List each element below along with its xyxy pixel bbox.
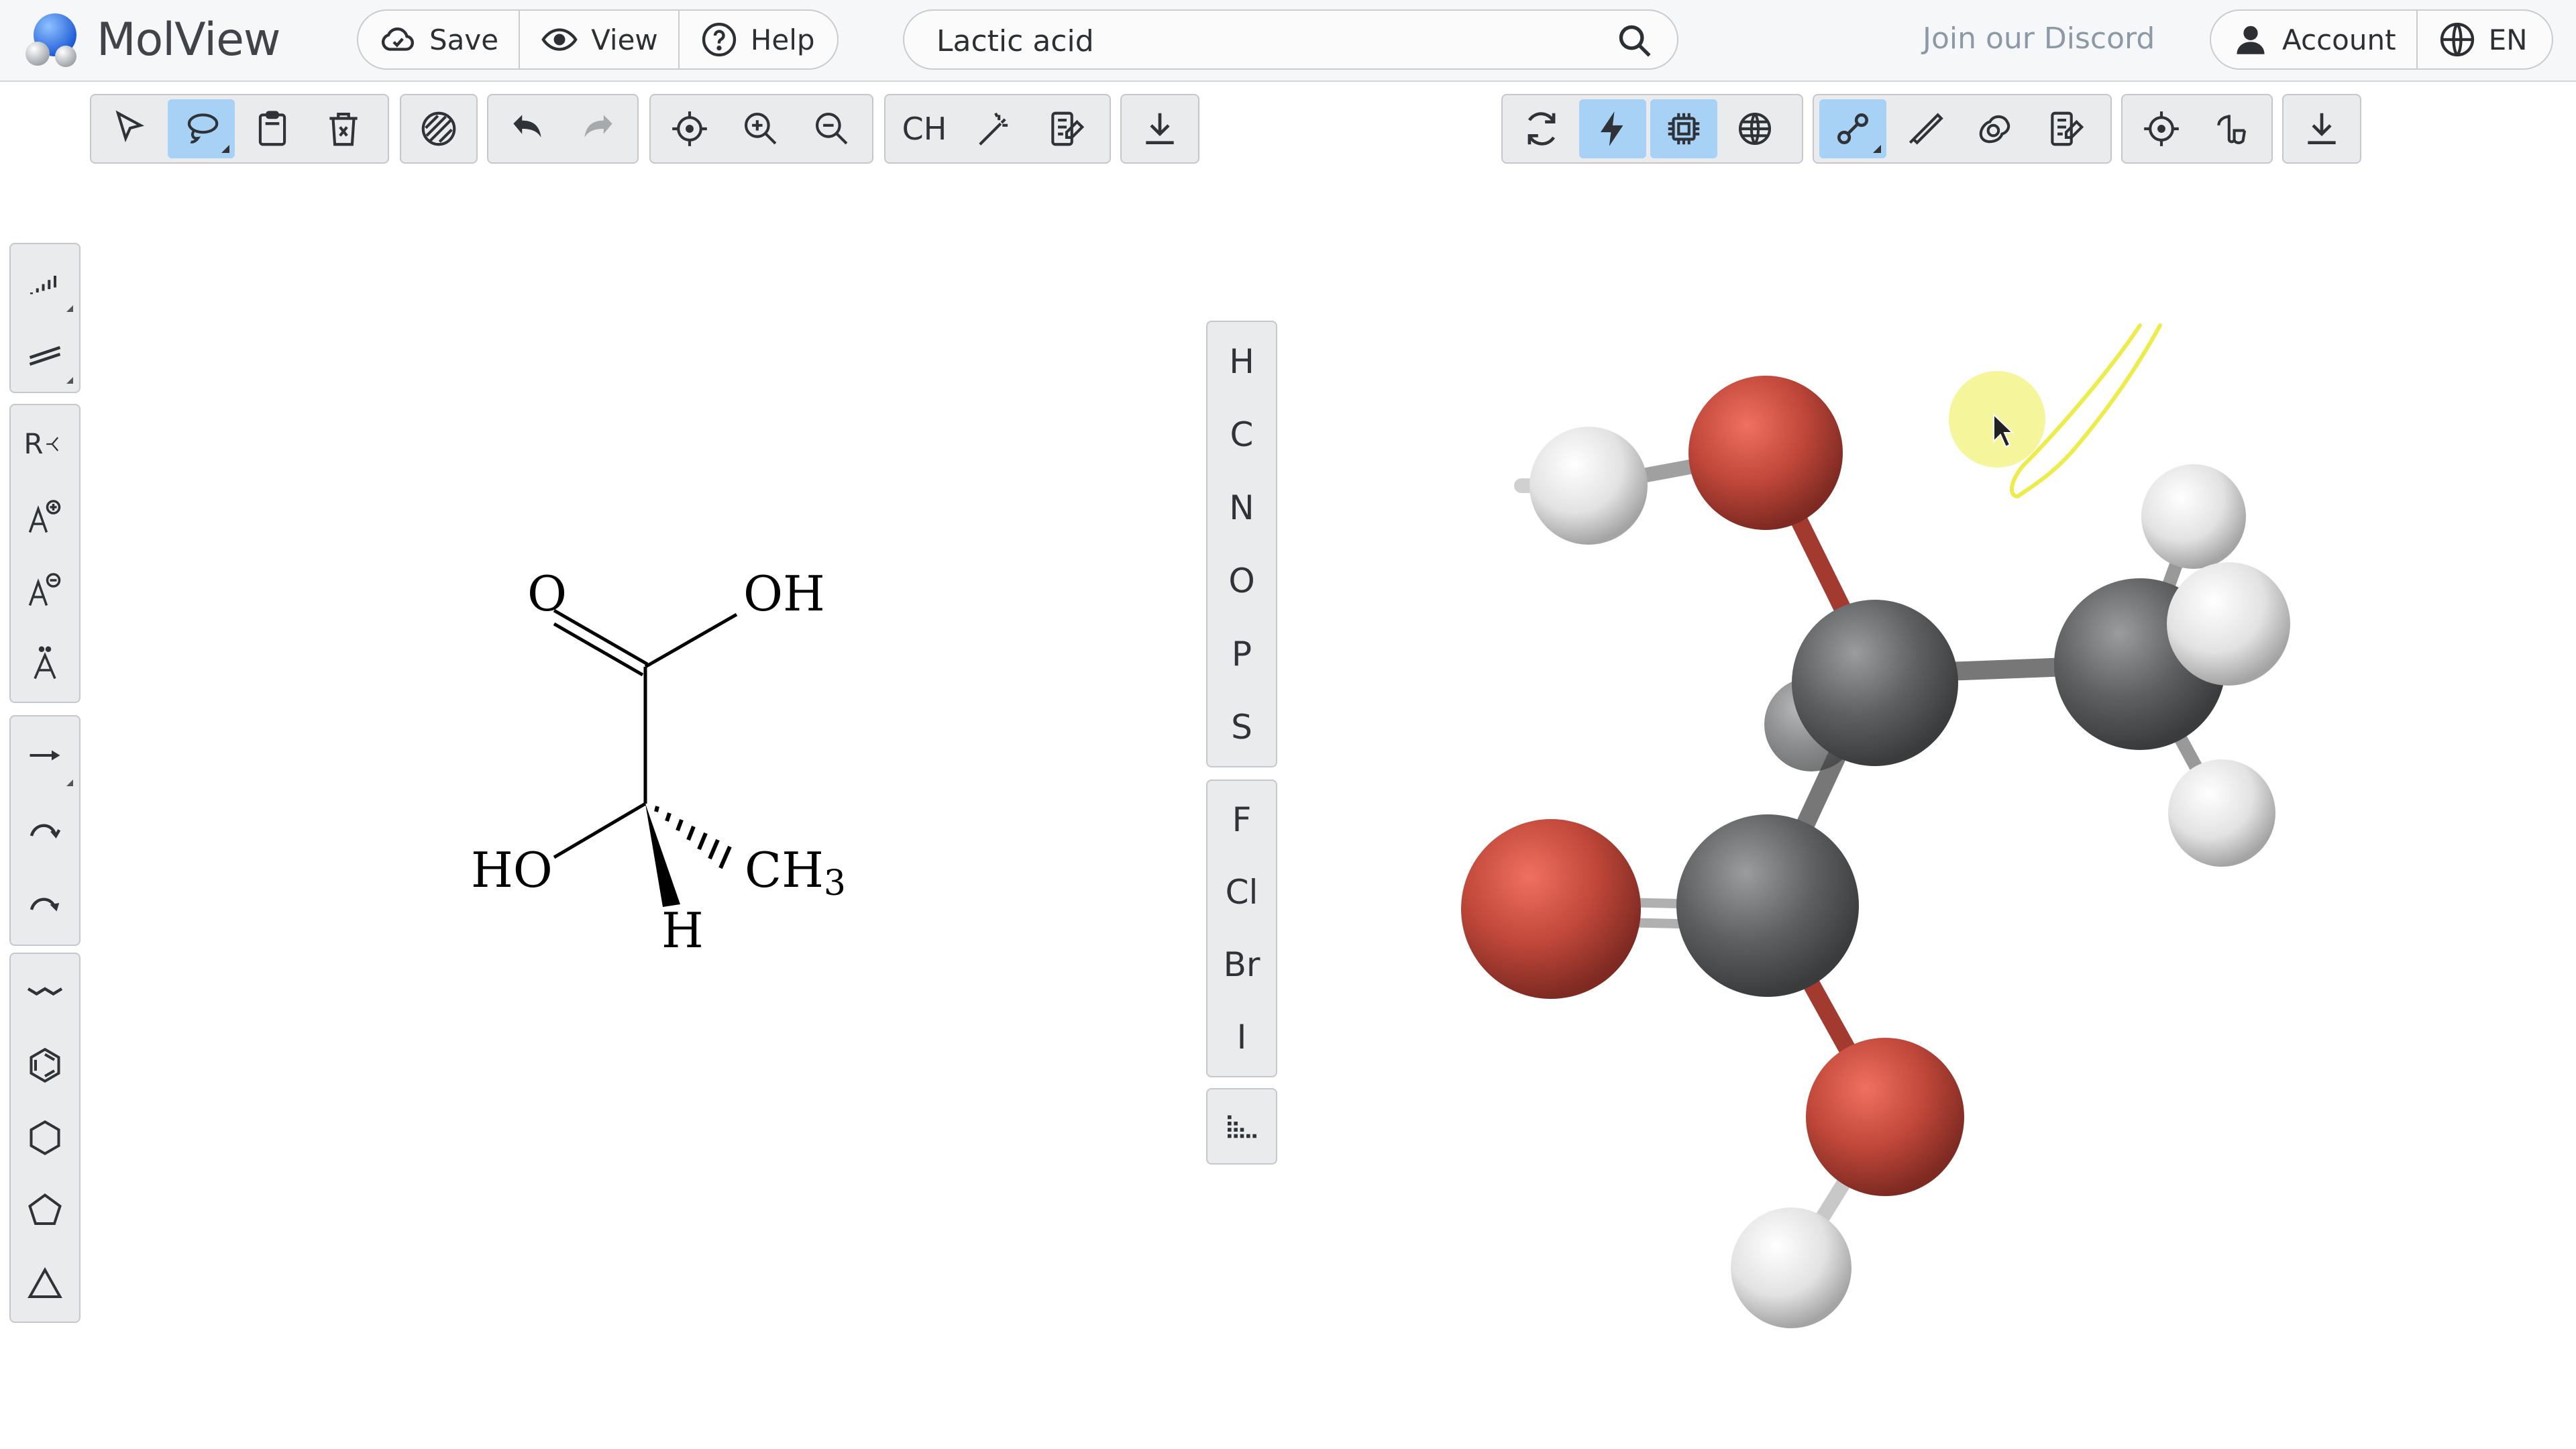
atom-c2 [1792, 600, 1958, 766]
atom-h4 [1731, 1208, 1851, 1328]
atom-h3a [2141, 464, 2246, 569]
double-bond-line-1 [553, 608, 649, 666]
hashed-bond-ch3 [654, 806, 732, 869]
bond-c2-oh [553, 802, 647, 859]
double-bond-line-2 [553, 622, 644, 677]
ch3-main: CH [745, 842, 824, 898]
atom-label-ho: HO [471, 842, 553, 898]
atom-o2 [1461, 819, 1641, 999]
atom-h3c [2168, 759, 2275, 867]
model-viewer[interactable] [1409, 282, 2415, 1355]
atom-label-oh: OH [743, 566, 825, 622]
bond-cooh-oh [644, 612, 738, 669]
atom-c1 [1676, 814, 1859, 997]
atom-o1 [1688, 376, 1843, 530]
wedge-bond-h [645, 804, 680, 907]
ch3-subscript: 3 [824, 863, 846, 904]
atom-h1 [1529, 427, 1648, 545]
atom-o3 [1806, 1038, 1964, 1196]
atom-label-ch3: CH3 [745, 842, 846, 904]
structure-bonds [553, 608, 738, 859]
atom-label-h: H [661, 902, 704, 959]
atom-h3b [2167, 562, 2290, 686]
atom-label-o: O [527, 566, 567, 622]
